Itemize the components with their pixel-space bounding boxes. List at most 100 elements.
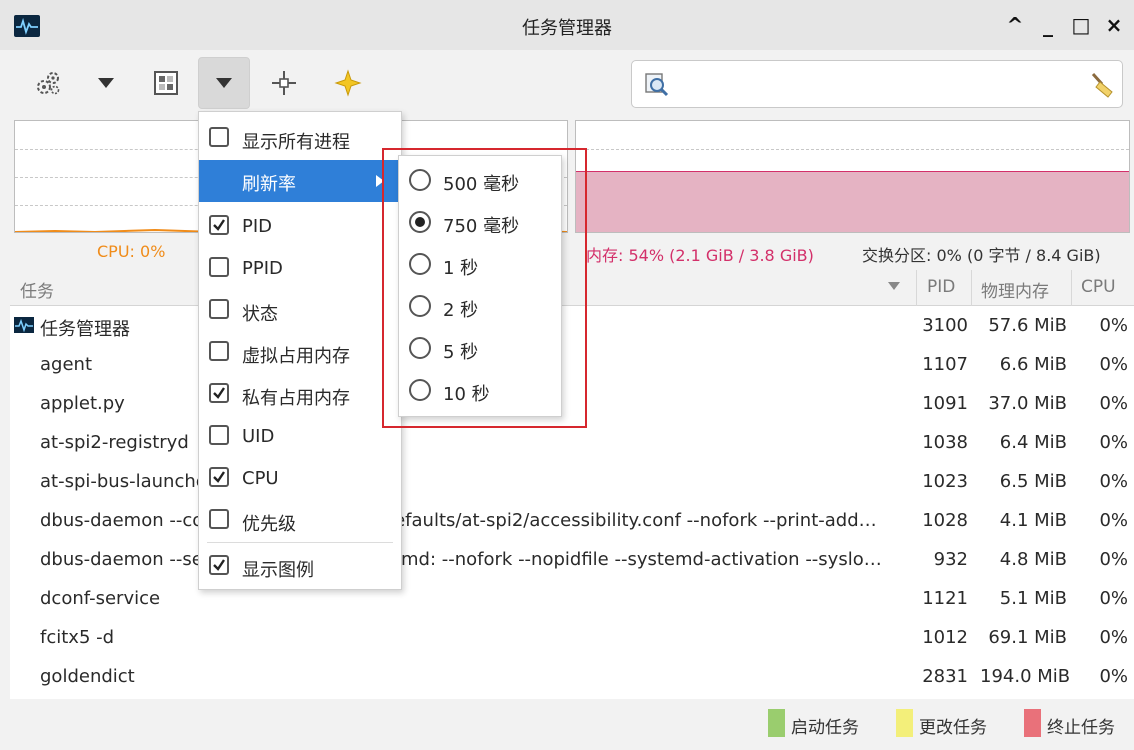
menu-item-ppid[interactable]: PPID xyxy=(199,248,401,290)
checkbox[interactable] xyxy=(209,467,229,487)
menu-item-show-all-processes[interactable]: 显示所有进程 xyxy=(199,118,401,160)
window-title: 任务管理器 xyxy=(522,18,612,39)
radio-button[interactable] xyxy=(409,211,431,233)
swap-usage-label: 交换分区: 0% (0 字节 / 8.4 GiB) xyxy=(862,246,1101,265)
checkbox[interactable] xyxy=(209,127,229,147)
checkbox[interactable] xyxy=(209,383,229,403)
refresh-option-750ms[interactable]: 750 毫秒 xyxy=(399,202,561,244)
refresh-rate-submenu: 500 毫秒 750 毫秒 1 秒 2 秒 5 秒 10 秒 xyxy=(398,155,562,417)
table-row[interactable]: agent 1107 6.6 MiB 0% xyxy=(10,345,1134,384)
refresh-option-10s[interactable]: 10 秒 xyxy=(399,370,561,412)
task-cpu: 0% xyxy=(1099,666,1128,687)
task-pid: 1091 xyxy=(922,393,968,414)
menu-item-refresh-rate[interactable]: 刷新率 xyxy=(199,160,401,202)
sort-arrow-icon[interactable] xyxy=(887,281,901,291)
memory-graph xyxy=(575,120,1130,233)
legend-swatch-started xyxy=(768,709,785,737)
column-header-cpu[interactable]: CPU xyxy=(1081,277,1116,297)
task-memory: 4.1 MiB xyxy=(999,510,1067,531)
task-cpu: 0% xyxy=(1099,471,1128,492)
refresh-option-500ms[interactable]: 500 毫秒 xyxy=(399,160,561,202)
task-manager-icon xyxy=(14,317,34,333)
task-pid: 1038 xyxy=(922,432,968,453)
task-memory: 6.5 MiB xyxy=(999,471,1067,492)
radio-button[interactable] xyxy=(409,337,431,359)
column-header-memory[interactable]: 物理内存 xyxy=(981,277,1049,302)
cpu-usage-label: CPU: 0% xyxy=(97,242,166,261)
task-name: dconf-service xyxy=(40,588,161,609)
gears-icon xyxy=(37,72,60,95)
column-header-task[interactable]: 任务 xyxy=(20,277,54,302)
task-cpu: 0% xyxy=(1099,393,1128,414)
checkbox[interactable] xyxy=(209,509,229,529)
task-pid: 1028 xyxy=(922,510,968,531)
status-bar: 启动任务 更改任务 终止任务 xyxy=(0,699,1134,750)
radio-button[interactable] xyxy=(409,253,431,275)
menu-item-cpu[interactable]: CPU xyxy=(199,458,401,500)
checkbox[interactable] xyxy=(209,257,229,277)
legend-swatch-terminated xyxy=(1024,709,1041,737)
table-row[interactable]: dbus-daemon --session --address=systemd:… xyxy=(10,540,1134,579)
maximize-button[interactable]: □ xyxy=(1068,12,1094,38)
menu-item-private-memory[interactable]: 私有占用内存 xyxy=(199,374,401,416)
radio-button[interactable] xyxy=(409,295,431,317)
table-row[interactable]: dbus-daemon --config-file=/usr/share/def… xyxy=(10,501,1134,540)
table-row[interactable]: applet.py 1091 37.0 MiB 0% xyxy=(10,384,1134,423)
table-row[interactable]: goldendict 2831 194.0 MiB 0% xyxy=(10,657,1134,696)
processes-button[interactable] xyxy=(22,57,74,109)
search-input[interactable] xyxy=(678,69,1062,101)
task-pid: 932 xyxy=(933,549,968,570)
highlight-star-button[interactable] xyxy=(322,57,374,109)
menu-item-uid[interactable]: UID xyxy=(199,416,401,458)
legend-label-started: 启动任务 xyxy=(791,718,859,738)
window-grid-icon xyxy=(154,71,178,95)
memory-usage-label: 内存: 54% (2.1 GiB / 3.8 GiB) xyxy=(586,246,814,265)
task-memory: 5.1 MiB xyxy=(999,588,1067,609)
task-name: at-spi2-registryd xyxy=(40,432,189,453)
table-row[interactable]: at-spi2-registryd 1038 6.4 MiB 0% xyxy=(10,423,1134,462)
table-row[interactable]: dconf-service 1121 5.1 MiB 0% xyxy=(10,579,1134,618)
column-header-pid[interactable]: PID xyxy=(927,277,955,297)
task-name: fcitx5 -d xyxy=(40,627,115,648)
task-memory: 4.8 MiB xyxy=(999,549,1067,570)
table-row[interactable]: at-spi-bus-launcher 1023 6.5 MiB 0% xyxy=(10,462,1134,501)
view-options-dropdown-button[interactable] xyxy=(198,57,250,109)
menu-item-priority[interactable]: 优先级 xyxy=(199,500,401,542)
close-button[interactable]: × xyxy=(1101,12,1127,38)
legend-label-changed: 更改任务 xyxy=(919,718,987,738)
radio-button[interactable] xyxy=(409,169,431,191)
menu-item-state[interactable]: 状态 xyxy=(199,290,401,332)
checkbox[interactable] xyxy=(209,215,229,235)
window-select-button[interactable] xyxy=(140,57,192,109)
crosshair-icon xyxy=(272,71,296,95)
task-cpu: 0% xyxy=(1099,588,1128,609)
radio-button[interactable] xyxy=(409,379,431,401)
task-name: goldendict xyxy=(40,666,135,687)
menu-item-virtual-memory[interactable]: 虚拟占用内存 xyxy=(199,332,401,374)
refresh-option-5s[interactable]: 5 秒 xyxy=(399,328,561,370)
menu-item-show-legend[interactable]: 显示图例 xyxy=(199,546,401,588)
table-row[interactable]: fcitx5 -d 1012 69.1 MiB 0% xyxy=(10,618,1134,657)
menu-item-pid[interactable]: PID xyxy=(199,206,401,248)
memory-usage-fill xyxy=(576,171,1129,232)
title-bar[interactable]: 任务管理器 ^ _ □ × xyxy=(0,0,1134,50)
task-pid: 1023 xyxy=(922,471,968,492)
search-box[interactable] xyxy=(631,60,1123,108)
table-row[interactable]: 任务管理器 3100 57.6 MiB 0% xyxy=(10,306,1134,345)
crosshair-button[interactable] xyxy=(258,57,310,109)
checkbox[interactable] xyxy=(209,425,229,445)
task-cpu: 0% xyxy=(1099,549,1128,570)
refresh-option-1s[interactable]: 1 秒 xyxy=(399,244,561,286)
checkbox[interactable] xyxy=(209,341,229,361)
clear-broom-icon[interactable] xyxy=(1088,71,1116,99)
task-cpu: 0% xyxy=(1099,315,1128,336)
search-icon xyxy=(645,73,669,97)
refresh-option-2s[interactable]: 2 秒 xyxy=(399,286,561,328)
checkbox[interactable] xyxy=(209,299,229,319)
task-table-header: 任务 PID 物理内存 CPU xyxy=(10,270,1134,306)
shade-button[interactable]: ^ xyxy=(1002,12,1028,38)
processes-dropdown-button[interactable] xyxy=(80,57,132,109)
checkbox[interactable] xyxy=(209,555,229,575)
task-memory: 6.6 MiB xyxy=(999,354,1067,375)
minimize-button[interactable]: _ xyxy=(1035,12,1061,38)
